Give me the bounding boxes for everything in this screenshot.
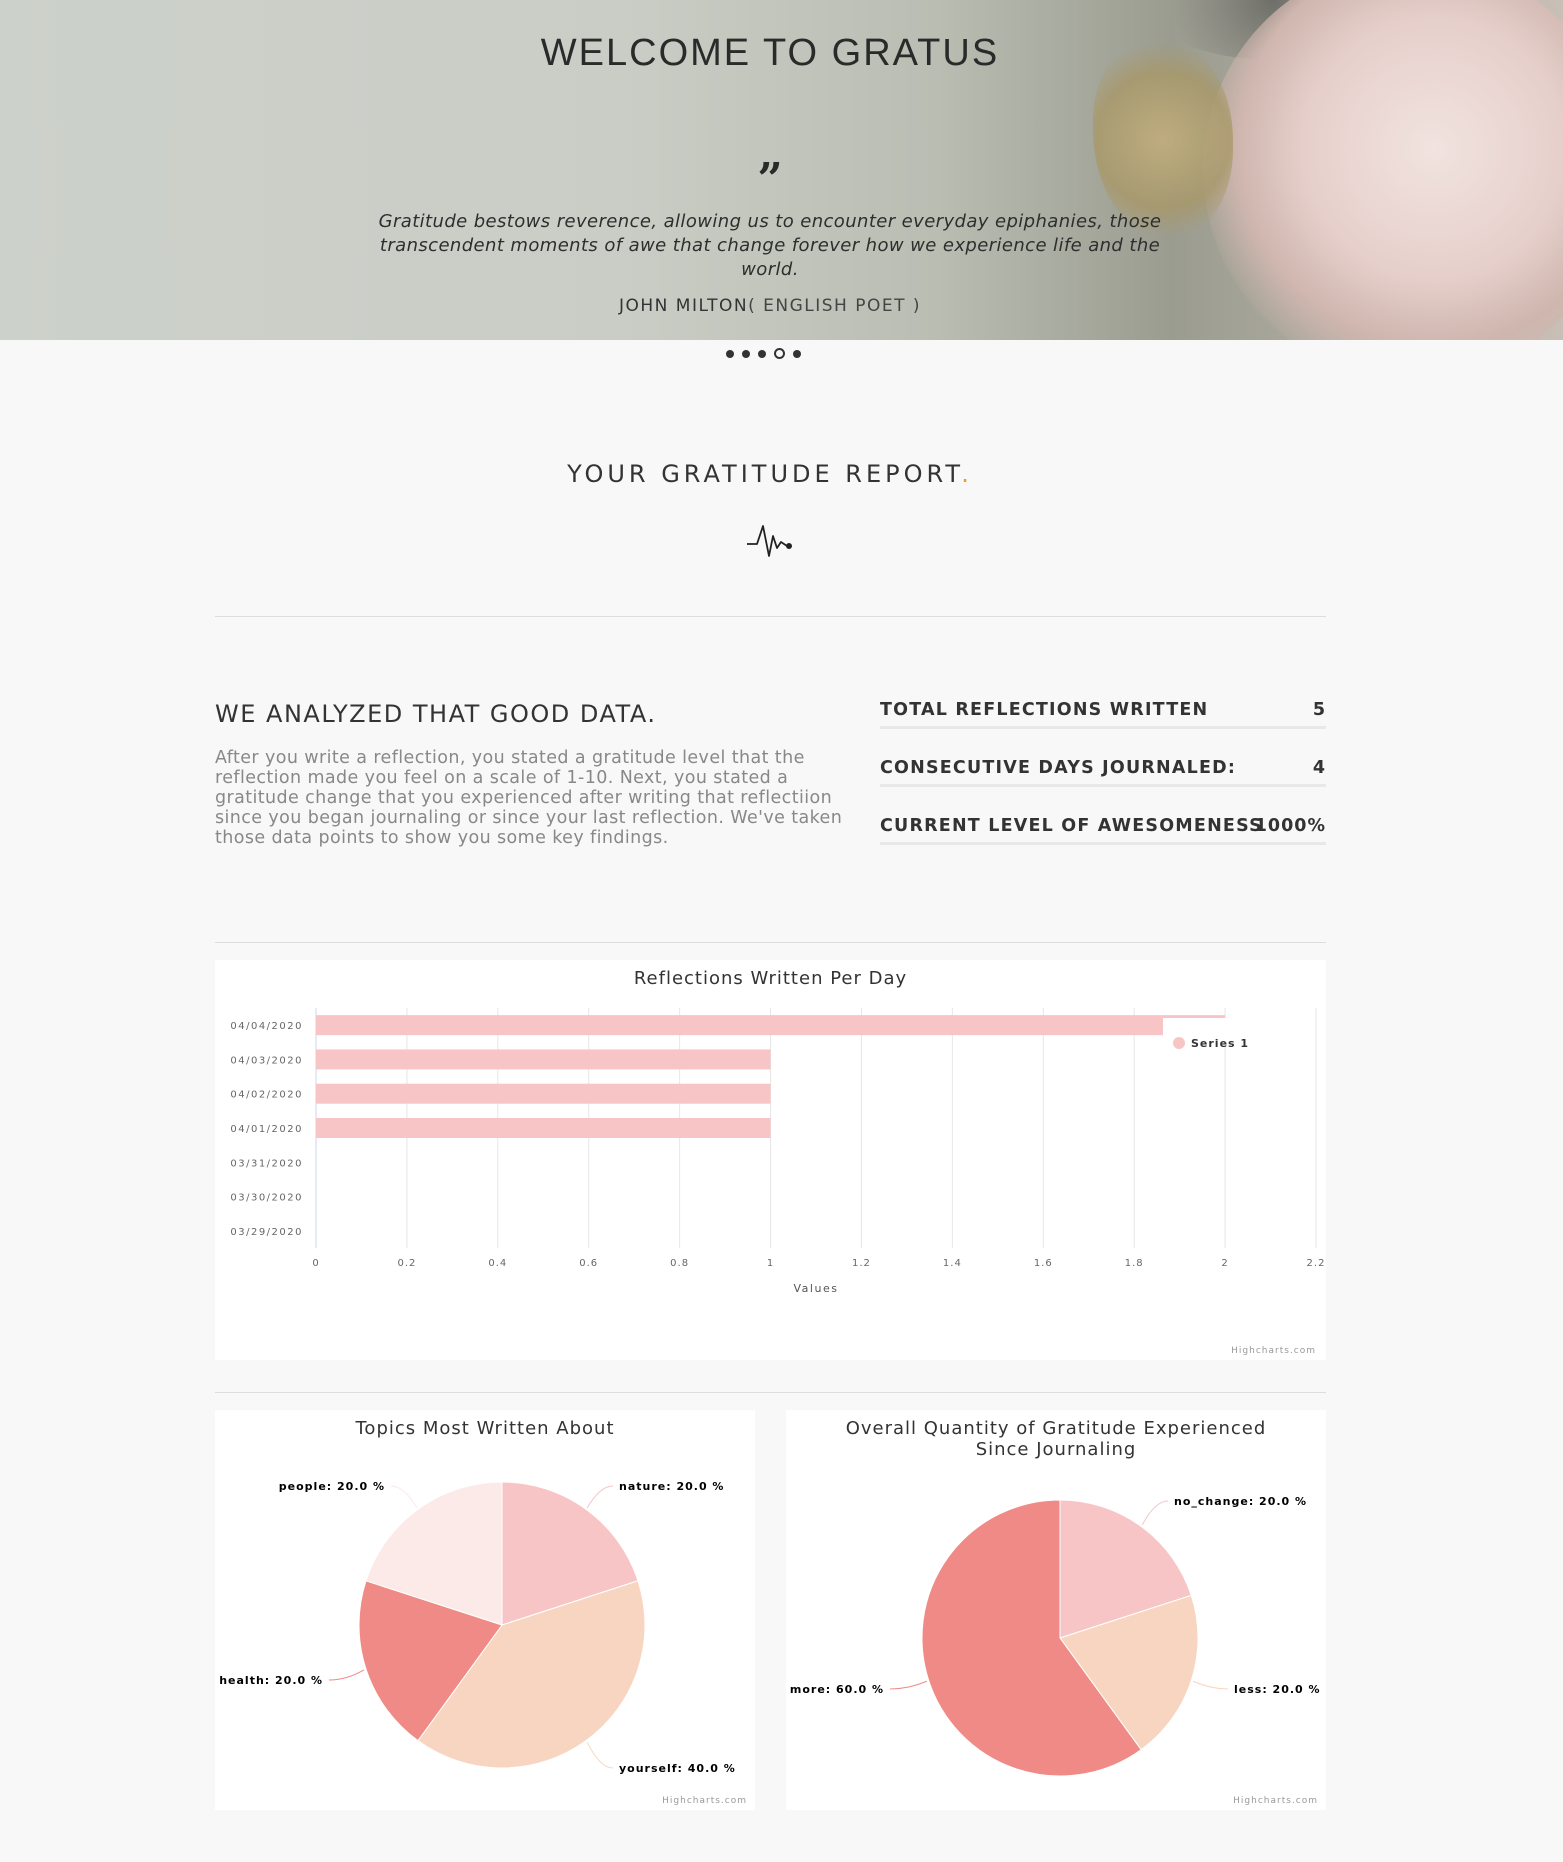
report-title-accent: . [961, 460, 973, 488]
pie-chart-svg: nature: 20.0 % yourself: 40.0 % health: 20… [219, 1480, 736, 1775]
slider-dot-4-active[interactable] [774, 348, 785, 359]
bar-chart-svg: 0 0.2 0.4 0.6 0.8 1 1.2 1.4 1.6 1.8 2 2.2 04/04/2020… [230, 1008, 1326, 1295]
stat-label: CURRENT LEVEL OF AWESOMENESS [880, 816, 1263, 836]
slider-dot-1[interactable] [726, 349, 734, 358]
connector-line [390, 1485, 418, 1508]
gratitude-quantity-pie-chart: Overall Quantity of Gratitude Experience… [786, 1410, 1326, 1810]
y-tick-label: 03/30/2020 [230, 1193, 303, 1204]
analysis-body: After you write a reflection, you stated… [215, 748, 843, 848]
slider-dot-2[interactable] [742, 349, 750, 358]
connector-line [586, 1742, 614, 1769]
x-tick-label: 0.2 [397, 1258, 416, 1269]
connector-line [328, 1669, 365, 1681]
bar [316, 1015, 1226, 1036]
connector-line [1141, 1500, 1169, 1525]
author-role: ( ENGLISH POET ) [748, 296, 922, 316]
stat-total-reflections: TOTAL REFLECTIONS WRITTEN 5 [880, 700, 1326, 758]
reflections-per-day-chart: Reflections Written Per Day 0 0.2 0.4 0.6 0.… [215, 960, 1326, 1360]
x-tick-label: 0.4 [488, 1258, 507, 1269]
quote-author: JOHN MILTON( ENGLISH POET ) [0, 296, 1540, 316]
pie-data-label: less: 20.0 % [1234, 1683, 1321, 1696]
divider [215, 616, 1326, 617]
stat-underline [880, 726, 1326, 729]
bar [316, 1083, 771, 1104]
slider-dot-3[interactable] [758, 349, 766, 358]
x-axis-title: Values [794, 1282, 839, 1295]
chart-credits[interactable]: Highcharts.com [662, 1796, 747, 1806]
x-tick-label: 0.8 [670, 1258, 689, 1269]
y-tick-label: 04/03/2020 [230, 1055, 303, 1066]
chart-credits[interactable]: Highcharts.com [1233, 1796, 1318, 1806]
stat-value: 1000% [1254, 816, 1326, 836]
topics-pie-chart: Topics Most Written About nature: 20.0 %… [215, 1410, 755, 1810]
stat-value: 4 [1312, 758, 1326, 778]
pie-data-label: health: 20.0 % [219, 1674, 323, 1687]
connector-line [586, 1485, 614, 1508]
quote-text: Gratitude bestows reverence, allowing us… [378, 211, 1162, 280]
slider-dot-5[interactable] [793, 349, 801, 358]
bar [316, 1049, 771, 1070]
bar [316, 1118, 771, 1138]
pie-data-label: yourself: 40.0 % [619, 1762, 736, 1775]
chart-credits[interactable]: Highcharts.com [1231, 1346, 1316, 1356]
pie-chart-svg: no_change: 20.0 % less: 20.0 % more: 60.0 … [790, 1495, 1321, 1777]
x-tick-label: 0 [312, 1258, 319, 1269]
y-tick-label: 04/02/2020 [230, 1090, 303, 1101]
x-tick-label: 1 [767, 1258, 774, 1269]
x-tick-label: 0.6 [579, 1258, 598, 1269]
pie-data-label: people: 20.0 % [279, 1480, 385, 1493]
stat-underline [880, 784, 1326, 787]
stat-consecutive-days: CONSECUTIVE DAYS JOURNALED: 4 [880, 758, 1326, 816]
y-tick-label: 03/29/2020 [230, 1227, 303, 1238]
stat-underline [880, 842, 1326, 845]
divider [215, 942, 1326, 943]
pie-data-label: nature: 20.0 % [619, 1480, 724, 1493]
x-tick-label: 1.4 [943, 1258, 962, 1269]
connector-line [889, 1680, 928, 1690]
stat-value: 5 [1312, 700, 1326, 720]
pie-data-label: no_change: 20.0 % [1174, 1495, 1307, 1508]
y-tick-label: 03/31/2020 [230, 1158, 303, 1169]
divider [215, 1392, 1326, 1393]
legend-item-label: Series 1 [1191, 1037, 1249, 1050]
pie-data-label: more: 60.0 % [790, 1683, 884, 1696]
hero-title: WELCOME TO GRATUS [540, 32, 1000, 74]
y-tick-label: 04/04/2020 [230, 1021, 303, 1032]
x-tick-label: 2.2 [1307, 1258, 1326, 1269]
analysis-title: WE ANALYZED THAT GOOD DATA. [215, 700, 657, 728]
stats-list: TOTAL REFLECTIONS WRITTEN 5 CONSECUTIVE … [880, 700, 1326, 874]
connector-line [1192, 1680, 1229, 1690]
stat-label: CONSECUTIVE DAYS JOURNALED: [880, 758, 1237, 778]
report-title-text: YOUR GRATITUDE REPORT [567, 460, 962, 488]
hero-slider: WELCOME TO GRATUS ” Gratitude bestows re… [0, 0, 1563, 340]
quote-icon: ” [757, 154, 783, 205]
stat-label: TOTAL REFLECTIONS WRITTEN [880, 700, 1209, 720]
y-tick-label: 04/01/2020 [230, 1124, 303, 1135]
legend-symbol [1173, 1037, 1185, 1049]
slider-pagination [726, 348, 801, 359]
x-tick-label: 1.8 [1125, 1258, 1144, 1269]
x-tick-label: 1.2 [852, 1258, 871, 1269]
report-title: YOUR GRATITUDE REPORT. [0, 460, 1540, 488]
stat-awesomeness: CURRENT LEVEL OF AWESOMENESS 1000% [880, 816, 1326, 874]
pulse-icon [747, 525, 792, 557]
x-tick-label: 2 [1221, 1258, 1228, 1269]
x-tick-label: 1.6 [1034, 1258, 1053, 1269]
author-name: JOHN MILTON [618, 296, 749, 316]
